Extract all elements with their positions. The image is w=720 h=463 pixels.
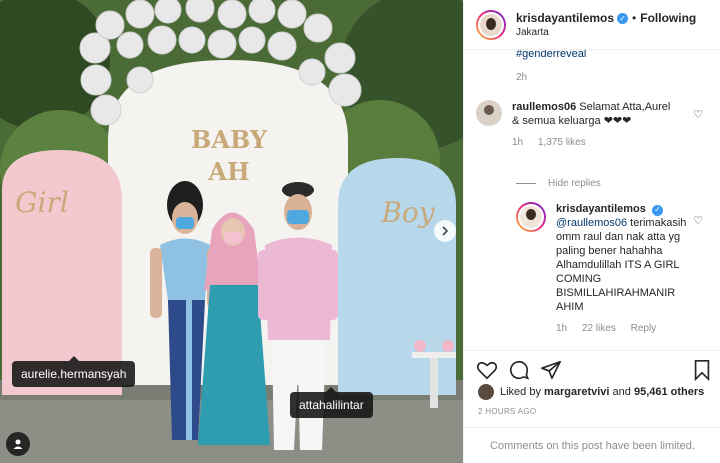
verified-icon: ✓ [617, 12, 629, 24]
likes-others-count[interactable]: 95,461 others [634, 386, 704, 398]
commenter-avatar[interactable] [476, 100, 502, 126]
post-header: krisdayantilemos ✓ • Following Jakarta [464, 0, 720, 50]
comment-time: 1h [512, 137, 524, 148]
user-tag-aurelie[interactable]: aurelie.hermansyah [12, 356, 136, 387]
comments-limited-notice: Comments on this post have been limited. [464, 427, 720, 463]
post-side-panel: krisdayantilemos ✓ • Following Jakarta #… [463, 0, 720, 463]
comment-like-heart-icon[interactable]: ♡ [693, 108, 703, 121]
comment-likes[interactable]: 1,375 likes [538, 137, 586, 148]
author-username[interactable]: krisdayantilemos [516, 11, 614, 25]
reply-mention[interactable]: @raullemos06 [556, 217, 627, 229]
author-avatar[interactable] [476, 9, 506, 40]
liker-username[interactable]: margaretvivi [544, 386, 609, 398]
reply-avatar[interactable] [516, 202, 546, 232]
comments-list[interactable]: #genderreveal 2h raullemos06 Selamat Att… [464, 50, 720, 350]
next-arrow-icon [442, 226, 449, 236]
post-photo[interactable]: BABY AH Girl Boy aurelie.hermansyah atta… [0, 0, 463, 463]
post-timestamp[interactable]: 2 HOURS AGO [478, 407, 536, 416]
share-icon[interactable] [540, 359, 562, 381]
reply-like-heart-icon[interactable]: ♡ [693, 214, 703, 227]
baby-sign-line2: AH [207, 157, 249, 186]
photo-scene: BABY AH Girl Boy [0, 0, 463, 463]
caption-time: 2h [516, 72, 528, 83]
user-tag-atta[interactable]: attahalilintar [290, 387, 373, 418]
user-tags-button[interactable] [6, 432, 30, 456]
heart-icon[interactable] [476, 359, 498, 381]
boy-sign: Boy [380, 196, 435, 229]
following-button[interactable]: Following [640, 11, 696, 25]
verified-icon: ✓ [651, 204, 663, 216]
hide-replies-label: Hide replies [548, 178, 601, 189]
header-separator: • [632, 11, 637, 25]
liker-avatar[interactable] [478, 384, 494, 400]
bookmark-icon[interactable] [691, 359, 713, 381]
reply-text: terimakasih omm raul dan nak atta yg pal… [556, 217, 687, 313]
post-location[interactable]: Jakarta [516, 27, 696, 38]
likes-prefix: Liked by [500, 386, 541, 398]
reply-likes[interactable]: 22 likes [582, 323, 616, 334]
user-tags-icon [13, 439, 23, 449]
next-photo-button[interactable] [434, 220, 456, 242]
girl-sign: Girl [15, 186, 69, 219]
reply-button[interactable]: Reply [631, 323, 657, 334]
comment-icon[interactable] [508, 359, 530, 381]
hide-replies-button[interactable]: Hide replies [516, 178, 601, 189]
comment-username[interactable]: raullemos06 [512, 101, 576, 113]
likes-conjunction: and [612, 386, 631, 398]
reply-item: krisdayantilemos ✓ @raullemos06 terimaka… [516, 202, 690, 336]
comment-item: raullemos06 Selamat Atta,Aurel & semua k… [476, 100, 672, 150]
baby-sign-line1: BABY [191, 125, 268, 154]
caption-hashtag[interactable]: #genderreveal [516, 50, 586, 60]
reply-time: 1h [556, 323, 568, 334]
reply-username[interactable]: krisdayantilemos [556, 203, 646, 215]
likes-summary: Liked by margaretvivi and 95,461 others [478, 384, 704, 400]
